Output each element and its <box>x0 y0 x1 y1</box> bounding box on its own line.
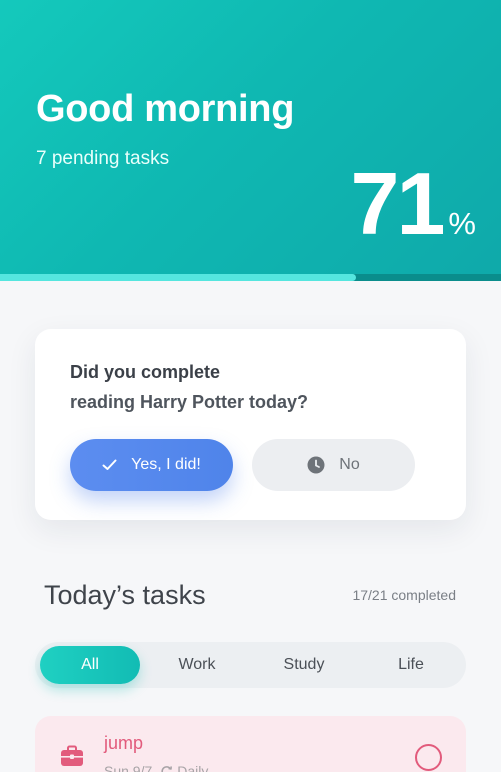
checkmark-icon <box>102 459 117 471</box>
percent-value: 71 <box>350 154 446 253</box>
repeat-icon <box>160 765 173 772</box>
tasks-completed-count: 17/21 completed <box>352 587 456 603</box>
percent-sign: % <box>448 206 476 241</box>
no-button[interactable]: No <box>252 439 415 491</box>
completion-percent: 71 % <box>351 160 476 248</box>
task-item[interactable]: jump Sun 9/7 Daily <box>35 716 466 772</box>
reminder-question-line2: reading Harry Potter today? <box>70 392 309 412</box>
header-banner: Good morning 7 pending tasks 71 % <box>0 0 501 281</box>
task-meta: Sun 9/7 Daily <box>104 763 208 772</box>
task-name: jump <box>104 733 144 753</box>
greeting-title: Good morning <box>36 88 295 130</box>
briefcase-icon <box>60 745 84 772</box>
tab-life[interactable]: Life <box>361 646 461 684</box>
task-date: Sun 9/7 <box>104 763 153 772</box>
tab-all[interactable]: All <box>40 646 140 684</box>
yes-button-label: Yes, I did! <box>131 456 201 473</box>
task-complete-checkbox[interactable] <box>415 744 442 771</box>
yes-button[interactable]: Yes, I did! <box>70 439 233 491</box>
pending-count: 7 pending tasks <box>36 148 170 169</box>
tab-study[interactable]: Study <box>254 646 354 684</box>
no-button-label: No <box>339 456 360 473</box>
reminder-card: Did you complete reading Harry Potter to… <box>35 329 466 520</box>
progress-bar <box>0 274 501 281</box>
reminder-question-line1: Did you complete <box>70 362 221 382</box>
task-repeat: Daily <box>177 763 209 772</box>
category-tabs: All Work Study Life <box>35 642 466 688</box>
progress-fill <box>0 274 356 281</box>
clock-icon <box>307 456 325 474</box>
tab-work[interactable]: Work <box>147 646 247 684</box>
tasks-section-title: Today’s tasks <box>44 580 206 610</box>
